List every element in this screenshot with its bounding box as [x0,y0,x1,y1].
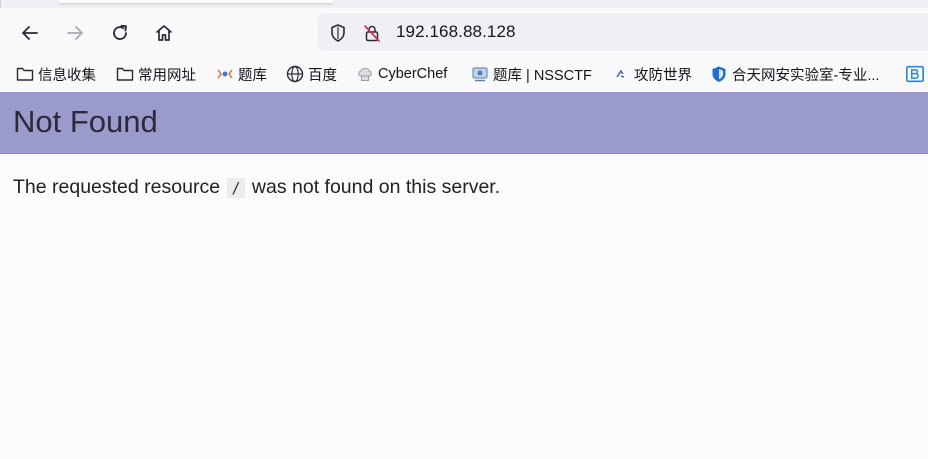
error-message: The requested resource / was not found o… [13,176,500,199]
arrow-right-icon [67,26,83,40]
bookmark-hetian-lab[interactable]: 合天网安实验室-专业... [710,58,879,90]
bookmark-label: 题库 | NSSCTF [493,67,592,84]
folder-icon [16,65,34,83]
home-button[interactable] [149,18,179,48]
error-message-suffix: was not found on this server. [251,176,501,198]
globe-icon [286,65,304,83]
insecure-lock-icon[interactable] [362,23,382,48]
tab-strip-edge [0,0,1,8]
bookmark-label: 常用网址 [138,67,196,84]
bookmark-gongfang[interactable]: 攻防世界 [612,58,692,90]
bookmark-label: 攻防世界 [634,67,692,84]
bookmark-overflow[interactable] [906,58,928,90]
tab-strip [0,0,928,8]
navigation-toolbar: 192.168.88.128 [0,8,928,58]
shield-favicon [710,65,728,83]
nssctf-favicon [471,65,489,83]
bookmark-folder-info-collection[interactable]: 信息收集 [16,58,96,90]
bookmark-question-bank[interactable]: 题库 [216,58,267,90]
url-text[interactable]: 192.168.88.128 [396,22,516,42]
site-favicon [216,65,234,83]
resource-path: / [227,178,245,198]
reload-icon [113,24,127,40]
bookmark-folder-common-sites[interactable]: 常用网址 [116,58,196,90]
arrow-left-icon [22,26,38,40]
bookmark-label: 题库 [238,67,267,84]
active-tab[interactable] [58,0,334,3]
bookmark-baidu[interactable]: 百度 [286,58,337,90]
bookmark-nssctf[interactable]: 题库 | NSSCTF [471,58,592,90]
reload-button[interactable] [105,18,135,48]
tracking-protection-icon[interactable] [328,23,348,48]
back-button[interactable] [15,18,45,48]
home-icon [156,25,172,41]
forward-button[interactable] [60,18,90,48]
bookmarks-toolbar: 信息收集 常用网址 题库 百度 CyberChef 题库 | NSSCTF 攻防… [0,58,928,92]
chef-hat-icon [356,65,374,83]
page-title: Not Found [13,104,158,139]
bookmark-label: 信息收集 [38,67,96,84]
error-message-prefix: The requested resource [13,176,221,198]
error-banner: Not Found [0,92,928,154]
bookmark-label: 合天网安实验室-专业... [732,67,880,84]
site-favicon [906,65,924,83]
bookmark-label: CyberChef [378,66,448,82]
bookmark-label: 百度 [308,67,337,84]
address-bar[interactable]: 192.168.88.128 [318,13,928,51]
bookmark-cyberchef[interactable]: CyberChef [356,58,447,90]
folder-icon [116,65,134,83]
page-content: Not Found The requested resource / was n… [0,92,928,459]
site-favicon [612,65,630,83]
